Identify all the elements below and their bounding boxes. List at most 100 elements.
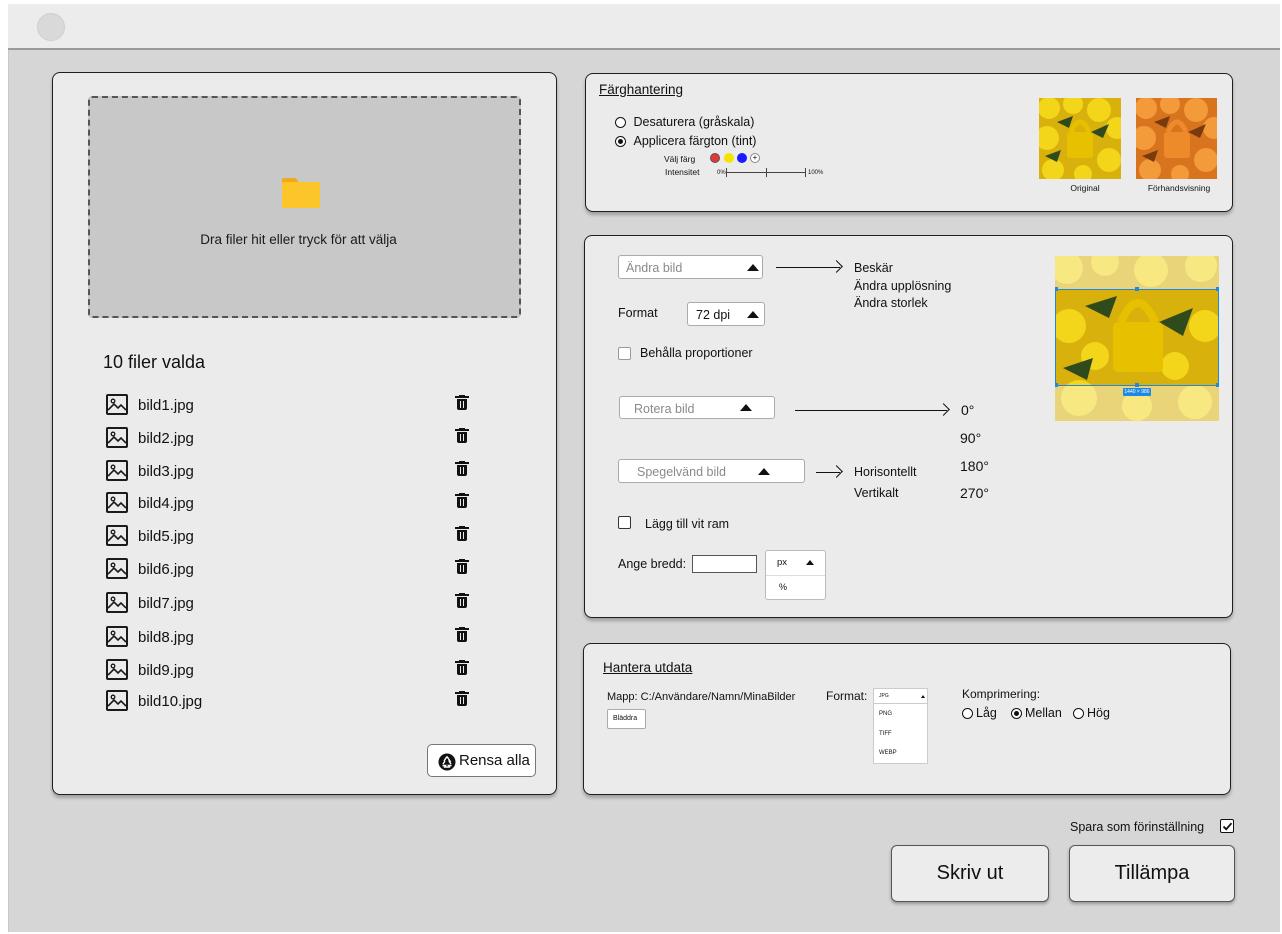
compression-option-high[interactable]: Hög (1073, 706, 1110, 720)
file-name: bild2.jpg (138, 430, 194, 447)
mirror-option-vertical[interactable]: Vertikalt (854, 486, 898, 500)
keep-proportions-label: Behålla proportioner (640, 346, 753, 360)
mirror-option-horizontal[interactable]: Horisontellt (854, 465, 917, 479)
radio-compression-medium[interactable] (1011, 708, 1022, 720)
image-icon (106, 592, 128, 613)
image-icon (106, 525, 128, 546)
rotate-image-select[interactable]: Rotera bild (619, 396, 775, 419)
width-input[interactable] (692, 555, 757, 573)
swatch-blue[interactable] (737, 153, 747, 163)
file-list-item[interactable]: bild10.jpg (106, 690, 486, 714)
rotate-option-0[interactable]: 0° (961, 402, 974, 418)
chevron-up-icon (740, 404, 752, 411)
dpi-select[interactable]: 72 dpi (687, 302, 765, 326)
format-option-tiff[interactable]: TIFF (879, 731, 892, 737)
image-icon (106, 558, 128, 579)
file-list-item[interactable]: bild2.jpg (106, 427, 486, 451)
edit-image-select-label: Ändra bild (626, 261, 683, 275)
preview-thumbnail (1136, 98, 1217, 179)
trash-icon[interactable] (455, 493, 469, 509)
apply-button[interactable]: Tillämpa (1069, 845, 1235, 902)
output-folder-path: Mapp: C:/Användare/Namn/MinaBilder (607, 691, 796, 703)
print-button[interactable]: Skriv ut (891, 845, 1049, 902)
image-icon (106, 690, 128, 711)
trash-icon[interactable] (455, 428, 469, 444)
radio-compression-high[interactable] (1073, 708, 1084, 720)
clear-all-button[interactable]: Rensa alla (427, 744, 536, 777)
intensity-slider[interactable] (726, 168, 806, 177)
rotate-option-180[interactable]: 180° (960, 458, 989, 474)
compression-high-label: Hög (1087, 706, 1110, 720)
rotate-option-90[interactable]: 90° (960, 430, 981, 446)
file-list-item[interactable]: bild1.jpg (106, 394, 486, 418)
radio-tint[interactable] (615, 136, 626, 148)
trash-icon[interactable] (455, 691, 469, 707)
output-format-dropdown[interactable]: JPG PNG TIFF WEBP (873, 688, 928, 764)
radio-desaturate[interactable] (615, 117, 626, 129)
color-panel-title: Färghantering (599, 82, 684, 97)
window-control-dot[interactable] (37, 13, 65, 41)
swatch-yellow[interactable] (724, 153, 734, 163)
file-name: bild5.jpg (138, 528, 194, 545)
file-list-item[interactable]: bild5.jpg (106, 525, 486, 549)
trash-icon[interactable] (455, 526, 469, 542)
chevron-up-icon (921, 695, 925, 698)
output-format-selected[interactable]: JPG (874, 689, 927, 704)
files-count: 10 filer valda (103, 352, 206, 372)
file-list-item[interactable]: bild3.jpg (106, 460, 486, 484)
chevron-up-icon (758, 468, 770, 475)
white-frame-label: Lägg till vit ram (645, 517, 730, 531)
image-icon (106, 427, 128, 448)
image-icon (106, 626, 128, 647)
trash-icon[interactable] (455, 660, 469, 676)
preview-label: Förhandsvisning (1147, 183, 1211, 193)
file-name: bild1.jpg (138, 397, 194, 414)
intensity-slider-thumb[interactable] (766, 168, 767, 177)
edit-option-crop[interactable]: Beskär (854, 261, 893, 275)
file-list-item[interactable]: bild7.jpg (106, 592, 486, 616)
add-color-icon[interactable]: + (750, 153, 760, 163)
option-desaturate[interactable]: Desaturera (gråskala) (615, 115, 754, 129)
browse-button[interactable]: Bläddra (607, 709, 646, 729)
edit-arrow (776, 267, 840, 268)
radio-compression-low[interactable] (962, 708, 973, 720)
file-list-item[interactable]: bild4.jpg (106, 492, 486, 516)
output-format-selected-label: JPG (879, 693, 889, 699)
keep-proportions-checkbox[interactable] (618, 347, 631, 360)
unit-option-percent[interactable]: % (779, 582, 787, 592)
swatch-red[interactable] (710, 153, 720, 163)
original-label: Original (1070, 183, 1100, 193)
edit-image-select[interactable]: Ändra bild (618, 255, 763, 279)
dpi-select-value: 72 dpi (696, 308, 731, 322)
file-list-item[interactable]: bild8.jpg (106, 626, 486, 650)
trash-icon[interactable] (455, 559, 469, 575)
white-frame-checkbox[interactable] (618, 516, 631, 529)
file-name: bild3.jpg (138, 463, 194, 480)
chevron-up-icon (806, 560, 814, 565)
trash-icon[interactable] (455, 627, 469, 643)
compression-label: Komprimering: (962, 687, 1041, 701)
edit-option-resolution[interactable]: Ändra upplösning (854, 279, 951, 293)
format-option-webp[interactable]: WEBP (879, 750, 897, 756)
rotate-option-270[interactable]: 270° (960, 485, 989, 501)
compression-option-medium[interactable]: Mellan (1011, 706, 1062, 720)
rotate-image-select-label: Rotera bild (634, 402, 695, 416)
mirror-image-select[interactable]: Spegelvänd bild (618, 459, 805, 483)
file-list-item[interactable]: bild9.jpg (106, 659, 486, 683)
format-label: Format (618, 306, 658, 320)
unit-option-px[interactable]: px (777, 557, 787, 568)
edit-option-size[interactable]: Ändra storlek (854, 296, 928, 310)
trash-icon[interactable] (455, 461, 469, 477)
file-name: bild10.jpg (138, 693, 203, 710)
option-desaturate-label: Desaturera (gråskala) (633, 115, 755, 129)
option-tint-label: Applicera färgton (tint) (633, 134, 757, 148)
file-list-item[interactable]: bild6.jpg (106, 558, 486, 582)
compression-option-low[interactable]: Låg (962, 706, 997, 720)
save-preset-checkbox[interactable] (1220, 819, 1234, 833)
trash-icon[interactable] (455, 395, 469, 411)
unit-dropdown[interactable]: px % (765, 550, 826, 600)
format-option-png[interactable]: PNG (879, 711, 892, 717)
option-tint[interactable]: Applicera färgton (tint) (615, 134, 756, 148)
browse-button-label: Bläddra (613, 715, 638, 722)
trash-icon[interactable] (455, 593, 469, 609)
